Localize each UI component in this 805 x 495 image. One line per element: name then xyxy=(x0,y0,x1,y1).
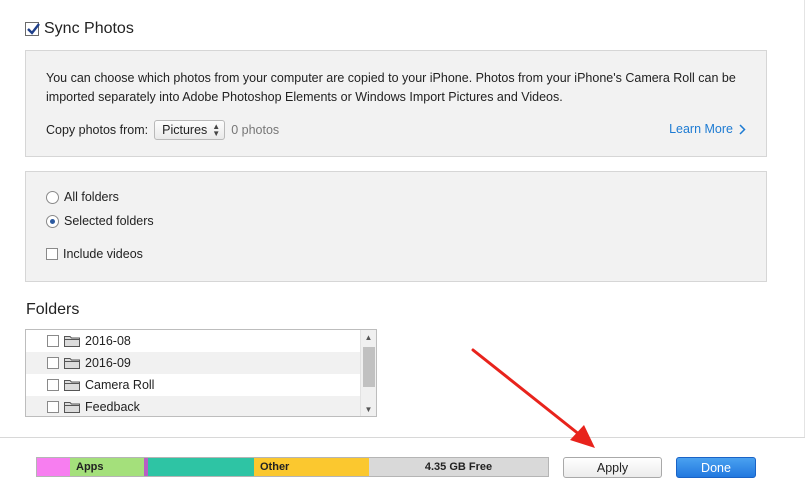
selected-folders-label: Selected folders xyxy=(64,214,154,228)
include-videos-label: Include videos xyxy=(63,247,143,261)
apply-button[interactable]: Apply xyxy=(563,457,662,478)
scroll-up-icon[interactable]: ▲ xyxy=(361,330,376,344)
photo-count: 0 photos xyxy=(231,123,280,137)
folders-scrollbar[interactable]: ▲ ▼ xyxy=(360,330,376,416)
chevron-right-icon xyxy=(739,123,746,135)
folder-name: Feedback xyxy=(85,400,140,414)
info-description: You can choose which photos from your co… xyxy=(46,71,736,104)
folder-name: 2016-09 xyxy=(85,356,131,370)
folder-icon xyxy=(64,358,80,369)
sync-photos-title: Sync Photos xyxy=(44,20,134,37)
folder-checkbox[interactable] xyxy=(47,357,59,369)
scrollbar-thumb[interactable] xyxy=(363,347,375,387)
storage-segment-label: 4.35 GB Free xyxy=(424,461,493,473)
all-folders-option[interactable]: All folders xyxy=(46,190,119,204)
folders-heading: Folders xyxy=(26,301,80,318)
all-folders-radio[interactable] xyxy=(46,190,59,204)
folder-icon xyxy=(64,336,80,347)
photo-source-panel: You can choose which photos from your co… xyxy=(25,50,767,157)
list-item[interactable]: Camera Roll xyxy=(26,374,361,396)
folder-icon xyxy=(64,380,80,391)
folder-checkbox[interactable] xyxy=(47,379,59,391)
storage-segment: Apps xyxy=(70,458,144,476)
storage-segment xyxy=(37,458,70,476)
sync-photos-checkbox[interactable] xyxy=(25,22,40,36)
copy-photos-dropdown[interactable]: Pictures ▲ ▼ xyxy=(154,120,226,140)
red-arrow-annotation-icon xyxy=(471,348,595,448)
storage-segment: Other xyxy=(254,458,369,476)
folder-checkbox[interactable] xyxy=(47,335,59,347)
copy-photos-label: Copy photos from: xyxy=(46,123,149,137)
copy-photos-row: Copy photos from: Pictures ▲ ▼ 0 photos xyxy=(46,120,279,140)
folder-checkbox[interactable] xyxy=(47,401,59,413)
up-down-arrows-icon: ▲ ▼ xyxy=(212,122,221,138)
storage-segment: 4.35 GB Free xyxy=(369,458,548,476)
selected-folders-radio[interactable] xyxy=(46,214,59,228)
dropdown-value: Pictures xyxy=(162,123,208,137)
footer-divider xyxy=(0,437,805,438)
learn-more-label: Learn More xyxy=(669,122,733,136)
include-videos-checkbox[interactable] xyxy=(46,248,58,260)
storage-capacity-bar[interactable]: Apps Other 4.35 GB Free xyxy=(36,457,549,477)
selected-folders-option[interactable]: Selected folders xyxy=(46,214,154,228)
folder-icon xyxy=(64,402,80,413)
done-button[interactable]: Done xyxy=(676,457,756,478)
sync-photos-header[interactable]: Sync Photos xyxy=(25,20,134,38)
learn-more-link[interactable]: Learn More xyxy=(669,122,746,136)
list-item[interactable]: Feedback xyxy=(26,396,361,416)
scroll-down-icon[interactable]: ▼ xyxy=(361,402,376,416)
storage-segment xyxy=(148,458,254,476)
storage-segment-label: Other xyxy=(260,461,290,473)
include-videos-option[interactable]: Include videos xyxy=(46,247,143,261)
list-item[interactable]: 2016-08 xyxy=(26,330,361,352)
all-folders-label: All folders xyxy=(64,190,119,204)
folders-list[interactable]: 2016-08 2016-09 Camera Roll Feedback ▲ ▼ xyxy=(25,329,377,417)
storage-segment-label: Apps xyxy=(76,461,104,473)
checkmark-icon xyxy=(27,23,40,35)
list-item[interactable]: 2016-09 xyxy=(26,352,361,374)
folder-name: Camera Roll xyxy=(85,378,155,392)
folder-name: 2016-08 xyxy=(85,334,131,348)
folder-options-panel: All folders Selected folders Include vid… xyxy=(25,171,767,282)
